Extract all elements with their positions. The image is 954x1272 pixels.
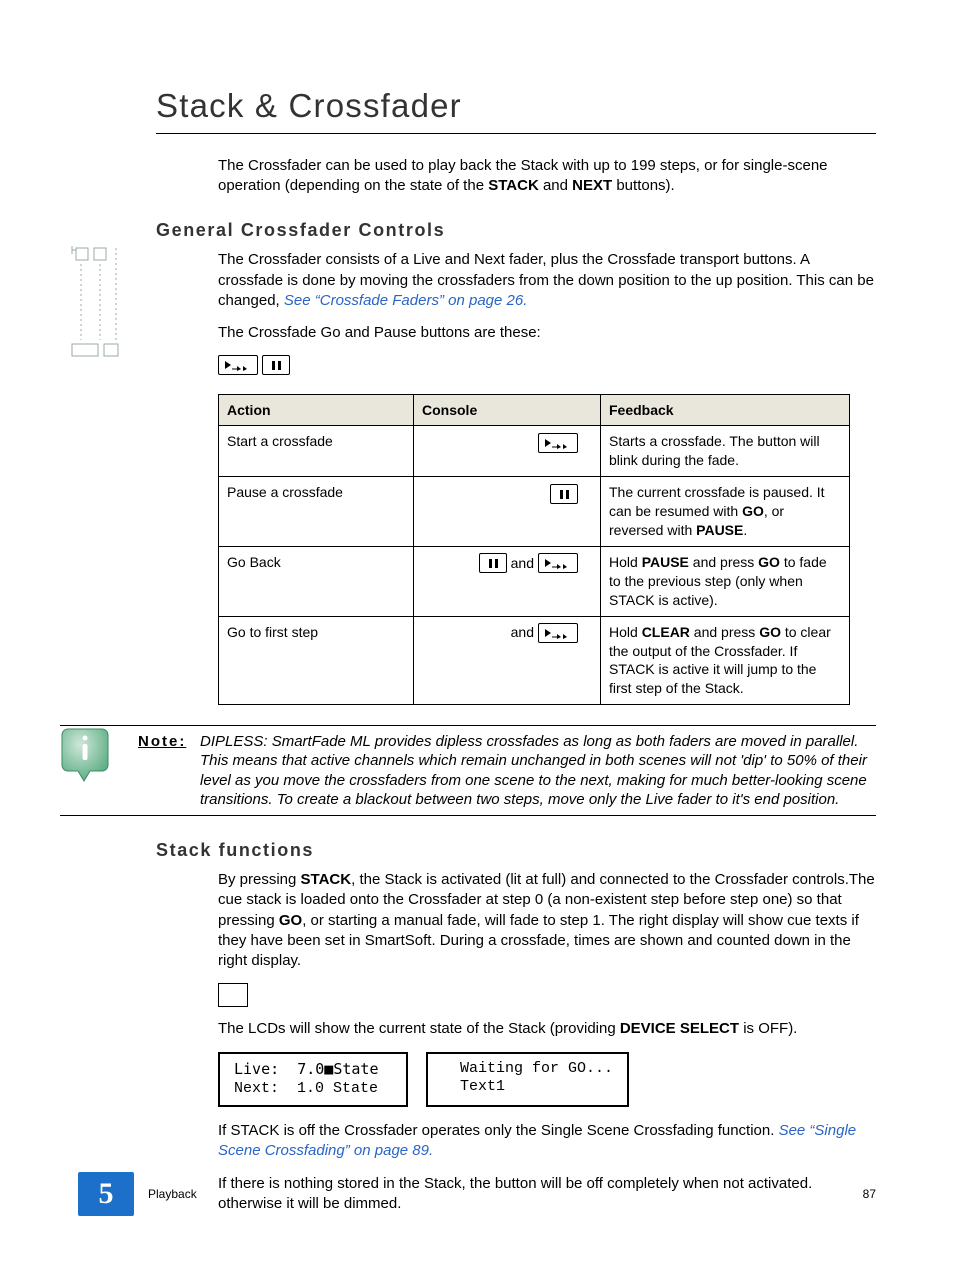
page-number: 87 (863, 1186, 876, 1202)
fb-text: Hold (609, 554, 642, 570)
table-row: Go Back and Hold PAUSE and press GO to f… (219, 546, 850, 616)
sec2-p2: The LCDs will show the current state of … (218, 1019, 876, 1039)
stack-word: STACK (301, 871, 352, 888)
go-pause-button-row (218, 355, 876, 375)
and-label: and (511, 555, 534, 571)
page-title: Stack & Crossfader (156, 84, 876, 129)
intro-next-word: NEXT (572, 177, 612, 194)
cell-feedback: The current crossfade is paused. It can … (601, 477, 850, 547)
fb-text: . (743, 522, 747, 538)
p-text: By pressing (218, 871, 301, 888)
chapter-number-badge: 5 (78, 1172, 134, 1216)
th-action: Action (219, 394, 414, 426)
cell-action: Go to first step (219, 616, 414, 705)
go-button-icon (538, 553, 578, 573)
empty-button-placeholder (218, 983, 248, 1007)
lcd-display-row: Live: 7.0■State Next: 1.0 State Waiting … (218, 1052, 876, 1108)
table-row: Go to first step and Hold CLEAR and pres… (219, 616, 850, 705)
sec2-p1: By pressing STACK, the Stack is activate… (218, 870, 876, 971)
note-text: DIPLESS: SmartFade ML provides dipless c… (200, 732, 876, 809)
fb-pause: PAUSE (696, 522, 743, 538)
crossfade-faders-link[interactable]: See “Crossfade Faders” on page 26. (284, 292, 527, 309)
lcd-line: Text1 (442, 1078, 505, 1095)
pause-button-icon (479, 553, 507, 573)
cell-console: and (414, 616, 601, 705)
crossfader-actions-table: Action Console Feedback Start a crossfad… (218, 394, 850, 706)
p-text: , or starting a manual fade, will fade t… (218, 912, 859, 970)
go-button-icon (538, 623, 578, 643)
intro-stack-word: STACK (488, 177, 539, 194)
title-rule (156, 133, 876, 134)
intro-text-mid: and (539, 177, 572, 194)
pause-button-icon (262, 355, 290, 375)
fb-text: Hold (609, 624, 642, 640)
cell-feedback: Hold PAUSE and press GO to fade to the p… (601, 546, 850, 616)
section-general-crossfader-controls: General Crossfader Controls (156, 218, 876, 242)
p-text: The LCDs will show the current state of … (218, 1020, 620, 1037)
info-icon (60, 725, 110, 785)
intro-paragraph: The Crossfader can be used to play back … (218, 156, 876, 197)
fb-go: GO (759, 624, 781, 640)
fb-text: and press (690, 624, 759, 640)
th-feedback: Feedback (601, 394, 850, 426)
fb-go: GO (742, 503, 764, 519)
cell-feedback: Hold CLEAR and press GO to clear the out… (601, 616, 850, 705)
p-text: is OFF). (739, 1020, 797, 1037)
device-select-word: DEVICE SELECT (620, 1020, 739, 1037)
lcd-right: Waiting for GO... Text1 (426, 1052, 629, 1108)
go-word: GO (279, 912, 302, 929)
fader-diagram-icon (70, 244, 134, 370)
sec1-p2: The Crossfade Go and Pause buttons are t… (218, 323, 876, 343)
lcd-line: Live: 7.0■State (234, 1060, 379, 1078)
pause-button-icon (550, 484, 578, 504)
cell-action: Go Back (219, 546, 414, 616)
lcd-left: Live: 7.0■State Next: 1.0 State (218, 1052, 408, 1108)
intro-text-after: buttons). (612, 177, 675, 194)
th-console: Console (414, 394, 601, 426)
cell-console (414, 426, 601, 477)
cell-console: and (414, 546, 601, 616)
and-label: and (511, 624, 534, 640)
fb-pause: PAUSE (642, 554, 689, 570)
p-text: If STACK is off the Crossfader operates … (218, 1122, 779, 1139)
lcd-line: Next: 1.0 State (234, 1080, 378, 1097)
note-block: Note: DIPLESS: SmartFade ML provides dip… (60, 725, 876, 816)
cell-action: Start a crossfade (219, 426, 414, 477)
table-row: Start a crossfade Starts a crossfade. Th… (219, 426, 850, 477)
footer-section-label: Playback (148, 1186, 197, 1202)
go-button-icon (218, 355, 258, 375)
cell-console (414, 477, 601, 547)
fb-text: The current crossfade is paused. It can … (609, 484, 825, 519)
lcd-line: Waiting for GO... (442, 1060, 613, 1077)
fb-text: and press (689, 554, 758, 570)
cell-action: Pause a crossfade (219, 477, 414, 547)
go-button-icon (538, 433, 578, 453)
fb-clear: CLEAR (642, 624, 690, 640)
page-footer: 5 Playback 87 (78, 1172, 876, 1216)
sec2-p3: If STACK is off the Crossfader operates … (218, 1121, 876, 1162)
fb-go: GO (758, 554, 780, 570)
note-label: Note: (138, 732, 200, 752)
cell-feedback: Starts a crossfade. The button will blin… (601, 426, 850, 477)
sec1-p1: The Crossfader consists of a Live and Ne… (218, 250, 876, 311)
section-stack-functions: Stack functions (156, 838, 876, 862)
table-row: Pause a crossfade The current crossfade … (219, 477, 850, 547)
